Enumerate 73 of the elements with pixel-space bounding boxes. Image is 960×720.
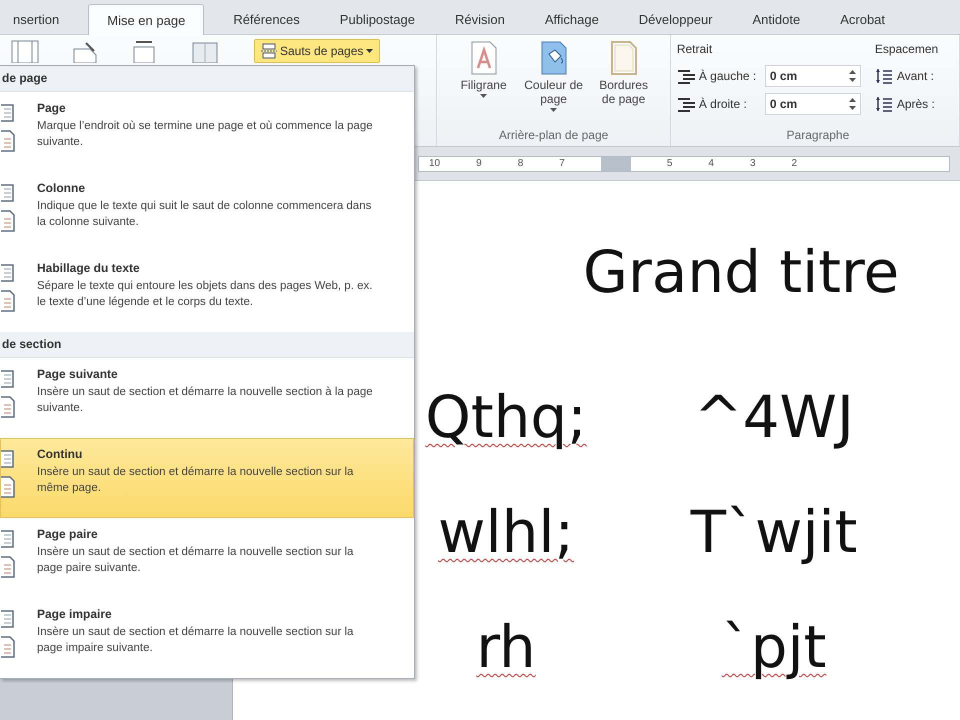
menu-item-title: Continu xyxy=(37,447,84,461)
menu-item[interactable]: Continu Insère un saut de section et démarre la nouvelle section sur la même page. xyxy=(0,438,414,518)
menu-item-description: Insère un saut de section et démarre la nouvelle section à la page suivante. xyxy=(37,385,374,416)
spinner-arrows-icon xyxy=(848,70,856,82)
menu-item[interactable]: Habillage du texte Sépare le texte qui entoure les objets dans des pages Web, p. ex. le texte d’une légende et le corps du texte. xyxy=(0,252,414,332)
page-break-icon xyxy=(261,43,277,59)
indent-icon xyxy=(676,68,695,84)
document-word: `pjt xyxy=(722,613,826,681)
spin-field[interactable]: 0 cm xyxy=(764,65,861,87)
menu-section-header: de section xyxy=(0,332,414,358)
ribbon-tab[interactable]: Révision xyxy=(444,4,516,34)
ribbon-tab[interactable]: Affichage xyxy=(534,4,610,34)
menu-item[interactable]: Page impaire Insère un saut de section et démarre la nouvelle section sur la page impaire suivante. xyxy=(0,598,414,678)
ruler-number: 2 xyxy=(792,158,798,169)
ribbon-button[interactable]: Bordures de page xyxy=(592,38,656,128)
watermark-page-icon xyxy=(468,40,499,76)
menu-item[interactable]: Page suivante Insère un saut de section et démarre la nouvelle section à la page suivante. xyxy=(0,358,414,438)
section-title: Retrait xyxy=(676,42,714,58)
section-title: Espacemen xyxy=(874,42,938,58)
menu-item[interactable]: Page paire Insère un saut de section et démarre la nouvelle section sur la page paire suivante. xyxy=(0,518,414,598)
document-title: Grand titre xyxy=(583,238,900,306)
menu-item-title: Page suivante xyxy=(37,367,119,381)
document-word: rh xyxy=(476,613,536,681)
menu-item-title: Page xyxy=(37,101,67,115)
ribbon-tab[interactable]: Développeur xyxy=(628,4,724,34)
document-word: wlhl; xyxy=(438,498,574,566)
field-label: À gauche : xyxy=(698,69,758,83)
spinner-arrows-icon xyxy=(848,98,856,110)
document-word: T`wjit xyxy=(690,498,858,566)
ruler-number: 10 xyxy=(429,158,440,169)
menu-item-description: Marque l’endroit où se termine une page et où commence la page suivante. xyxy=(37,119,374,150)
line-spacing-icon xyxy=(874,68,893,84)
indent-icon xyxy=(676,96,695,112)
field-label: Après : xyxy=(896,97,935,111)
menu-item-description: Insère un saut de section et démarre la nouvelle section sur la page paire suivante. xyxy=(37,545,354,576)
ruler-number: 5 xyxy=(666,158,672,169)
line-spacing-icon xyxy=(874,96,893,112)
caret-icon xyxy=(366,49,374,53)
field-label: Avant : xyxy=(896,69,934,83)
ruler-number: 3 xyxy=(750,158,756,169)
menu-item-title: Page paire xyxy=(37,527,99,541)
ruler-number: 9 xyxy=(476,158,482,169)
ribbon-tab[interactable]: Publipostage xyxy=(328,4,426,34)
document-word: ^4WJ xyxy=(694,383,854,451)
ruler-number: 4 xyxy=(708,158,714,169)
page-border-icon xyxy=(608,40,639,76)
ribbon-tab[interactable]: Acrobat xyxy=(829,4,896,34)
ribbon-tab[interactable]: Références xyxy=(222,4,311,34)
paint-bucket-page-icon xyxy=(538,40,569,76)
ruler-number: 8 xyxy=(518,158,524,169)
ribbon-button[interactable]: Filigrane xyxy=(452,38,516,128)
ribbon-tab[interactable]: nsertion xyxy=(2,4,70,34)
ruler-number: 7 xyxy=(559,158,565,169)
menu-item-description: Indique que le texte qui suit le saut de colonne commencera dans la colonne suivante. xyxy=(37,199,372,230)
field-label: À droite : xyxy=(698,97,748,111)
ribbon-tab[interactable]: Antidote xyxy=(742,4,812,34)
ribbon-tab[interactable]: Mise en page xyxy=(88,4,204,35)
menu-item-title: Page impaire xyxy=(37,607,113,621)
group-label: Arrière-plan de page xyxy=(498,128,610,144)
menu-item[interactable]: Page Marque l’endroit où se termine une page et où commence la page suivante. xyxy=(0,92,414,172)
menu-section-header: de page xyxy=(0,66,414,92)
ribbon-button[interactable]: Couleur de page xyxy=(522,38,586,128)
page-setup-icon xyxy=(10,39,40,63)
group-label: Paragraphe xyxy=(786,128,850,144)
menu-item[interactable]: Colonne Indique que le texte qui suit le saut de colonne commencera dans la colonne suivante. xyxy=(0,172,414,252)
breaks-button[interactable]: Sauts de pages xyxy=(254,39,380,63)
menu-item-description: Sépare le texte qui entoure les objets dans des pages Web, p. ex. le texte d’une légende et le corps du texte. xyxy=(37,279,374,310)
document-word: Qthq; xyxy=(425,383,587,451)
menu-item-description: Insère un saut de section et démarre la nouvelle section sur la même page. xyxy=(37,465,354,496)
menu-item-title: Colonne xyxy=(37,181,86,195)
menu-item-title: Habillage du texte xyxy=(37,261,141,275)
menu-item-description: Insère un saut de section et démarre la nouvelle section sur la page impaire suivante. xyxy=(37,625,354,656)
spin-field[interactable]: 0 cm xyxy=(764,93,861,115)
